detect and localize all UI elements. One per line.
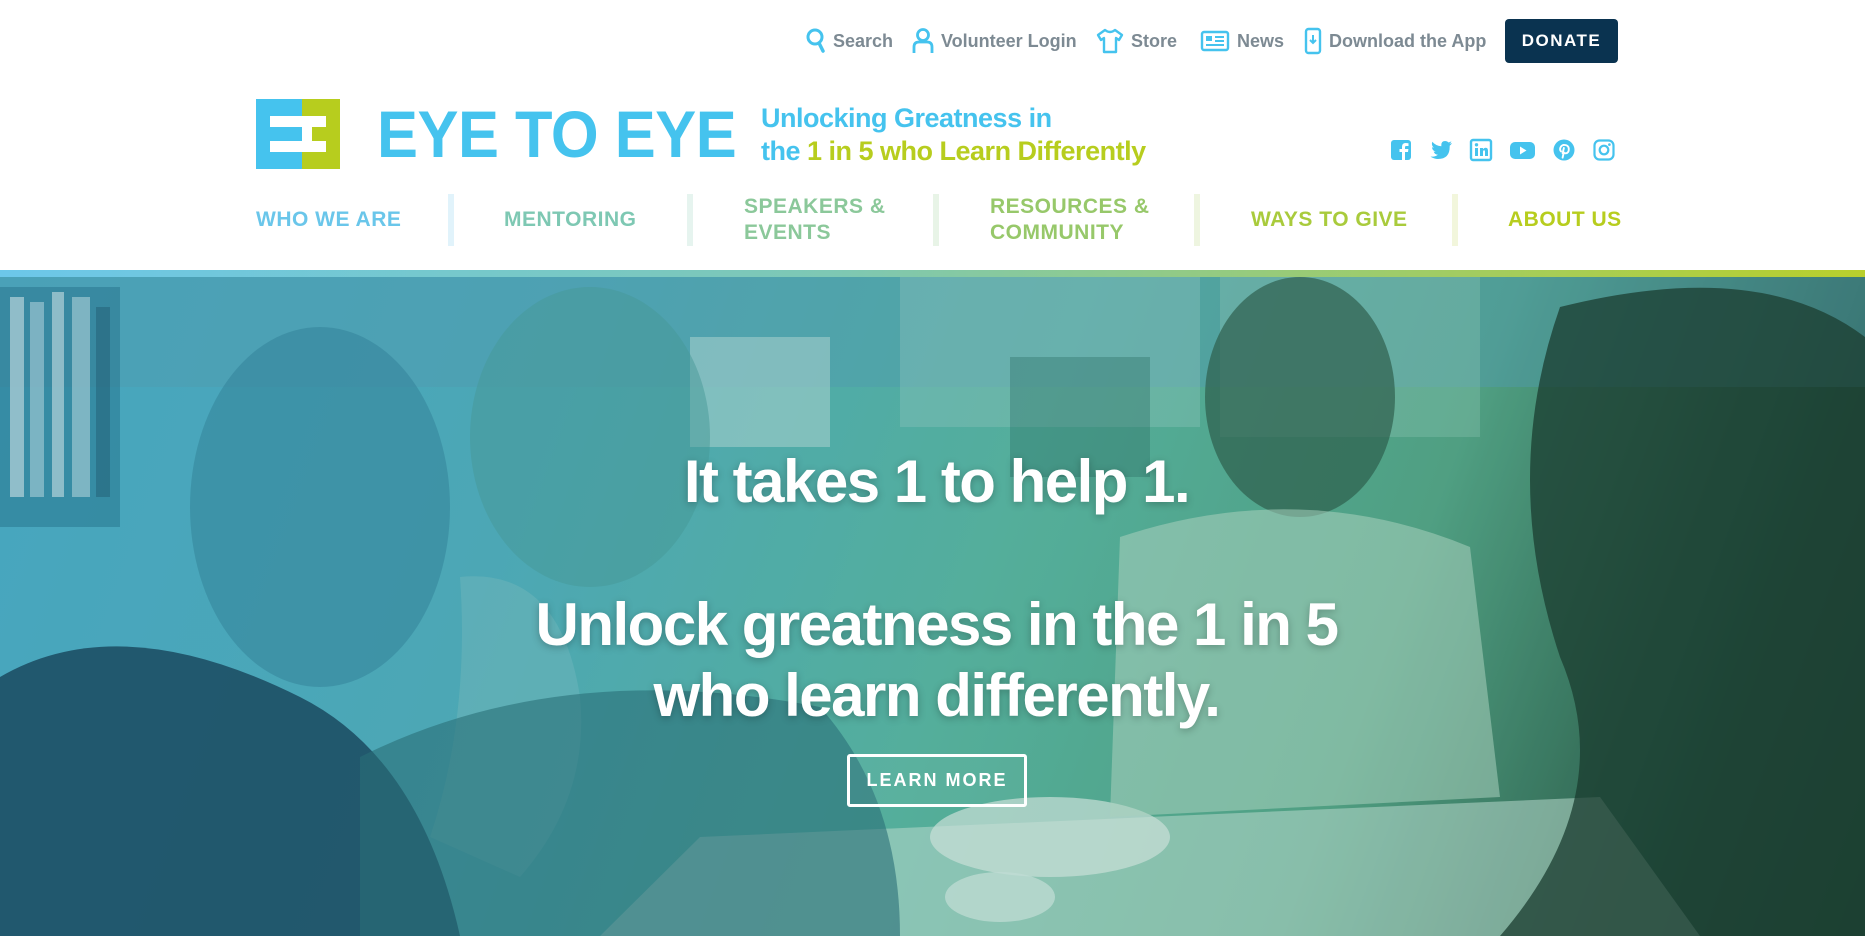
hero-subheadline: Unlock greatness in the 1 in 5 who learn… (0, 589, 1865, 731)
utility-nav: Search Volunteer Login Store News Downlo… (0, 19, 1865, 63)
download-app-link[interactable]: Download the App (1304, 19, 1486, 63)
youtube-icon[interactable] (1509, 138, 1536, 162)
instagram-icon[interactable] (1592, 138, 1616, 162)
nav-about-us-label: ABOUT US (1508, 208, 1622, 231)
nav-who-we-are[interactable]: WHO WE ARE (256, 190, 401, 250)
search-link[interactable]: Search (806, 19, 893, 63)
download-app-label: Download the App (1329, 30, 1487, 51)
learn-more-button[interactable]: LEARN MORE (847, 754, 1027, 807)
search-icon (806, 28, 825, 53)
hero-subheadline-line2: who learn differently. (653, 662, 1221, 729)
nav-divider (1194, 194, 1200, 246)
social-links (1389, 138, 1632, 162)
nav-ways-to-give-label: WAYS TO GIVE (1251, 208, 1408, 231)
main-nav: WHO WE ARE MENTORING SPEAKERS & EVENTS RE… (256, 190, 1621, 250)
tagline-line2-prefix: the (761, 136, 808, 166)
nav-divider (1452, 194, 1458, 246)
tagline-line2: the 1 in 5 who Learn Differently (761, 135, 1146, 168)
nav-resources-line1: RESOURCES & (990, 195, 1150, 218)
nav-resources-community-label: RESOURCES & COMMUNITY (990, 194, 1150, 246)
store-link[interactable]: Store (1096, 19, 1177, 63)
nav-who-we-are-label: WHO WE ARE (256, 208, 402, 231)
nav-speakers-line2: EVENTS (744, 221, 832, 244)
nav-resources-line2: COMMUNITY (990, 221, 1124, 244)
nav-divider (933, 194, 939, 246)
pinterest-icon[interactable] (1552, 138, 1576, 162)
nav-divider (448, 194, 454, 246)
news-label: News (1237, 30, 1285, 51)
header-accent-bar (0, 270, 1865, 277)
logo-wordmark[interactable]: EYE TO EYE (377, 96, 737, 172)
nav-resources-community[interactable]: RESOURCES & COMMUNITY (990, 190, 1150, 250)
hero-subheadline-line1: Unlock greatness in the 1 in 5 (535, 591, 1339, 658)
donate-button[interactable]: DONATE (1505, 19, 1618, 63)
phone-icon (1304, 27, 1322, 55)
hero-banner: It takes 1 to help 1. Unlock greatness i… (0, 277, 1865, 936)
nav-speakers-events[interactable]: SPEAKERS & EVENTS (744, 190, 886, 250)
linkedin-icon[interactable] (1469, 138, 1493, 162)
hero-headline: It takes 1 to help 1. (683, 448, 1191, 515)
newspaper-icon (1200, 30, 1230, 52)
facebook-icon[interactable] (1389, 138, 1413, 162)
nav-mentoring[interactable]: MENTORING (504, 190, 636, 250)
person-icon (912, 28, 934, 53)
nav-mentoring-label: MENTORING (504, 208, 637, 231)
nav-ways-to-give[interactable]: WAYS TO GIVE (1251, 190, 1408, 250)
tagline-highlight: 1 in 5 who Learn Differently (807, 136, 1146, 166)
volunteer-login-label: Volunteer Login (941, 30, 1077, 51)
nav-speakers-events-label: SPEAKERS & EVENTS (744, 194, 886, 246)
news-link[interactable]: News (1200, 19, 1284, 63)
tagline-line1: Unlocking Greatness in (761, 103, 1052, 133)
nav-speakers-line1: SPEAKERS & (744, 195, 886, 218)
search-label: Search (833, 30, 894, 51)
nav-divider (687, 194, 693, 246)
eye-to-eye-logo-mark[interactable] (256, 99, 340, 169)
store-label: Store (1131, 30, 1178, 51)
tshirt-icon (1096, 28, 1124, 54)
tagline: Unlocking Greatness in the 1 in 5 who Le… (761, 102, 1146, 168)
nav-about-us[interactable]: ABOUT US (1508, 190, 1622, 250)
hero-content: It takes 1 to help 1. Unlock greatness i… (0, 277, 1865, 936)
volunteer-login-link[interactable]: Volunteer Login (912, 19, 1077, 63)
twitter-icon[interactable] (1429, 138, 1453, 162)
